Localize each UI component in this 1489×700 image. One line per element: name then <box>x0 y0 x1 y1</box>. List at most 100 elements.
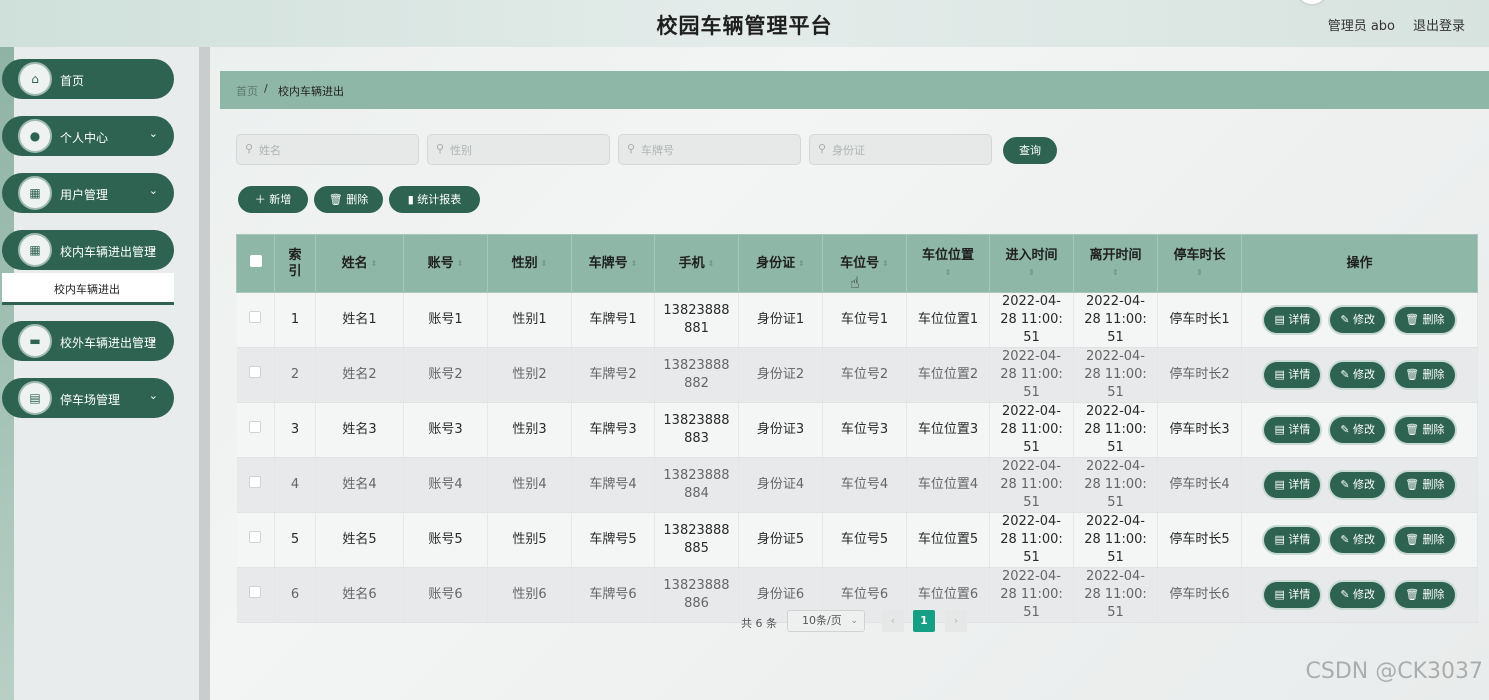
edit-button[interactable]: ✎ 修改 <box>1330 472 1386 498</box>
column-header[interactable]: 性别 ⇕ <box>487 234 572 293</box>
column-header[interactable]: 车牌号 ⇕ <box>571 234 655 293</box>
detail-button[interactable]: ▤ 详情 <box>1264 307 1321 333</box>
delete-button[interactable]: 🗑 删除 <box>1395 472 1455 498</box>
add-button[interactable]: ＋ 新增 <box>238 186 308 213</box>
delete-button[interactable]: 🗑 删除 <box>1395 307 1455 333</box>
delete-button[interactable]: 🗑 删除 <box>1395 582 1455 608</box>
row-checkbox[interactable] <box>249 531 262 543</box>
top-header: 校园车辆管理平台 管理员 abo 退出登录 <box>0 0 1489 47</box>
table-cell: 13823888884 <box>654 457 739 513</box>
column-header[interactable]: 停车时长 ⇕ <box>1157 234 1242 293</box>
table-cell: 2022-04-28 11:00:51 <box>989 402 1074 458</box>
column-header[interactable]: 索引 <box>274 234 316 293</box>
detail-button[interactable]: ▤ 详情 <box>1264 417 1321 443</box>
sort-icon[interactable]: ⇕ <box>541 255 548 272</box>
gender-search-input[interactable] <box>450 141 600 159</box>
table-cell: 身份证2 <box>738 347 823 403</box>
row-actions: ▤ 详情 ✎ 修改 🗑 删除 <box>1241 512 1478 568</box>
sidebar-item-home[interactable]: ⌂ 首页 <box>2 59 174 99</box>
edit-button[interactable]: ✎ 修改 <box>1330 307 1386 333</box>
column-header-label: 操作 <box>1346 256 1373 271</box>
table-row[interactable]: 3 姓名3 账号3 性别3 车牌号3 13823888883 身份证3 车位号3 车位位置3 20… <box>236 402 1478 458</box>
row-select-cell <box>236 347 275 403</box>
row-checkbox[interactable] <box>249 586 262 598</box>
table-cell: 车牌号5 <box>571 512 655 568</box>
column-header[interactable]: 车位号 ⇕ <box>822 234 907 293</box>
sidebar-item-external-vehicle-management[interactable]: ▬ 校外车辆进出管理 ⌄ <box>2 321 174 361</box>
query-button[interactable]: 查询 <box>1003 137 1057 164</box>
row-checkbox[interactable] <box>249 421 262 433</box>
detail-button[interactable]: ▤ 详情 <box>1264 472 1321 498</box>
table-row[interactable]: 1 姓名1 账号1 性别1 车牌号1 13823888881 身份证1 车位号1 车位位置1 20… <box>236 292 1478 348</box>
table-row[interactable]: 5 姓名5 账号5 性别5 车牌号5 13823888885 身份证5 车位号5 车位位置5 20… <box>236 512 1478 568</box>
name-search-field[interactable]: ⚲ <box>236 134 419 165</box>
avatar[interactable] <box>1295 0 1329 6</box>
id-search-input[interactable] <box>832 141 982 159</box>
detail-button[interactable]: ▤ 详情 <box>1264 362 1321 388</box>
sidebar-scrollbar[interactable] <box>199 47 210 700</box>
table-cell: 13823888885 <box>654 512 739 568</box>
breadcrumb-home[interactable]: 首页 <box>236 83 258 99</box>
sort-icon[interactable]: ⇕ <box>708 255 715 272</box>
id-search-field[interactable]: ⚲ <box>809 134 992 165</box>
sort-icon[interactable]: ⇕ <box>631 255 638 272</box>
delete-button[interactable]: 🗑 删除 <box>1395 527 1455 553</box>
row-checkbox[interactable] <box>249 366 262 378</box>
sort-icon[interactable]: ⇕ <box>798 255 805 272</box>
sort-icon[interactable]: ⇕ <box>457 255 464 272</box>
sort-icon[interactable]: ⇕ <box>907 264 989 281</box>
column-header-label: 姓名 <box>341 256 368 271</box>
sort-icon[interactable]: ⇕ <box>371 255 378 272</box>
page-size-select[interactable]: 10条/页 ⌄ <box>787 610 865 632</box>
table-cell: 车位位置3 <box>906 402 990 458</box>
next-page-button[interactable]: › <box>945 610 967 632</box>
edit-button[interactable]: ✎ 修改 <box>1330 582 1386 608</box>
column-header-label: 身份证 <box>756 256 796 271</box>
prev-page-button[interactable]: ‹ <box>882 610 904 632</box>
column-header[interactable]: 进入时间 ⇕ <box>989 234 1074 293</box>
sidebar-item-user-management[interactable]: ▦ 用户管理 ⌄ <box>2 173 174 213</box>
sidebar-item-parking-lot-management[interactable]: ▤ 停车场管理 ⌄ <box>2 378 174 418</box>
detail-button[interactable]: ▤ 详情 <box>1264 527 1321 553</box>
name-search-input[interactable] <box>259 141 409 159</box>
sort-icon[interactable]: ⇕ <box>882 255 889 272</box>
table-cell: 停车时长4 <box>1157 457 1242 513</box>
table-row[interactable]: 4 姓名4 账号4 性别4 车牌号4 13823888884 身份证4 车位号4 车位位置4 20… <box>236 457 1478 513</box>
edit-button[interactable]: ✎ 修改 <box>1330 527 1386 553</box>
column-header[interactable]: 离开时间 ⇕ <box>1073 234 1158 293</box>
column-header[interactable]: 车位位置 ⇕ <box>906 234 990 293</box>
detail-button[interactable]: ▤ 详情 <box>1264 582 1321 608</box>
report-button[interactable]: ▮ 统计报表 <box>389 186 480 213</box>
sort-icon[interactable]: ⇕ <box>990 264 1073 281</box>
page-1-button[interactable]: 1 <box>913 610 935 632</box>
column-header[interactable]: 姓名 ⇕ <box>315 234 404 293</box>
select-all-checkbox[interactable] <box>249 255 262 267</box>
sidebar-item-label: 个人中心 <box>60 131 109 145</box>
sort-icon[interactable]: ⇕ <box>1158 264 1241 281</box>
column-header[interactable]: 手机 ⇕ <box>654 234 739 293</box>
sidebar-item-label: 校外车辆进出管理 <box>60 336 157 350</box>
home-icon: ⌂ <box>31 72 39 86</box>
column-header[interactable]: 身份证 ⇕ <box>738 234 823 293</box>
delete-button[interactable]: 🗑 删除 <box>1395 362 1455 388</box>
plate-search-field[interactable]: ⚲ <box>618 134 801 165</box>
submenu-item-campus-vehicle-entry[interactable]: 校内车辆进出 <box>2 273 174 305</box>
gender-search-field[interactable]: ⚲ <box>427 134 610 165</box>
chevron-down-icon: ⌄ <box>148 332 158 345</box>
plate-search-input[interactable] <box>641 141 791 159</box>
logout-link[interactable]: 退出登录 <box>1413 15 1465 34</box>
batch-delete-button[interactable]: 🗑 删除 <box>314 186 383 213</box>
table-row[interactable]: 2 姓名2 账号2 性别2 车牌号2 13823888882 身份证2 车位号2 车位位置2 20… <box>236 347 1478 403</box>
sidebar-item-label: 校内车辆进出管理 <box>60 245 157 259</box>
sidebar-item-personal-center[interactable]: ● 个人中心 ⌄ <box>2 116 174 156</box>
row-checkbox[interactable] <box>249 311 262 323</box>
sort-icon[interactable]: ⇕ <box>1074 264 1157 281</box>
edit-button[interactable]: ✎ 修改 <box>1330 362 1386 388</box>
table-cell: 性别3 <box>487 402 572 458</box>
column-header-label: 手机 <box>678 256 705 271</box>
edit-button[interactable]: ✎ 修改 <box>1330 417 1386 443</box>
column-header[interactable]: 账号 ⇕ <box>403 234 488 293</box>
sidebar-item-campus-vehicle-management[interactable]: ▦ 校内车辆进出管理 ⌄ <box>2 230 174 270</box>
delete-button[interactable]: 🗑 删除 <box>1395 417 1455 443</box>
row-checkbox[interactable] <box>249 476 262 488</box>
